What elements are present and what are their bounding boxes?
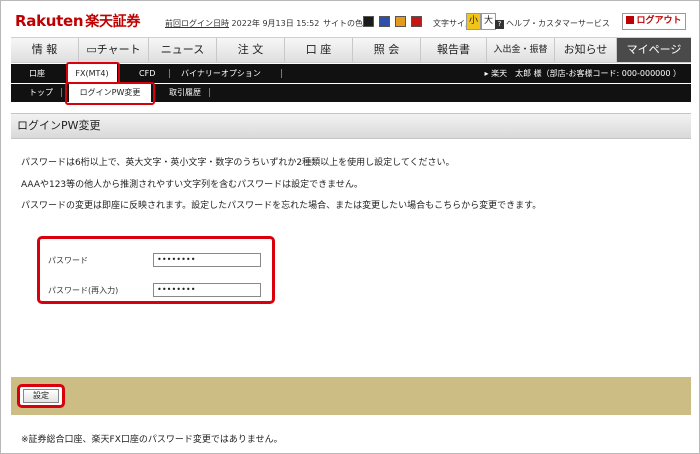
rakuten-logo[interactable]: Rakuten 楽天証券 — [15, 11, 140, 31]
user-info: ▸ 楽天 太郎 様（部店-お客様コード: 000-000000 ） — [484, 69, 681, 78]
page-title: ログインPW変更 — [17, 119, 101, 132]
nav-account[interactable]: 口 座 — [285, 38, 353, 62]
password-confirm-input[interactable]: •••••••• — [153, 283, 261, 297]
last-login: 前回ログイン日時 2022年 9月13日 15:52 — [165, 18, 319, 29]
footer-note: ※証券総合口座、楽天FX口座のパスワード変更ではありません。 — [21, 435, 283, 445]
help-label: ヘルプ・カスタマーサービス — [506, 19, 610, 28]
help-link[interactable]: ? ヘルプ・カスタマーサービス — [495, 18, 610, 29]
subnav-account[interactable]: 口座 — [29, 64, 45, 83]
logo-kanji: 楽天証券 — [85, 14, 141, 30]
highlight-submit: 設定 — [17, 384, 65, 408]
thirdnav-separator — [61, 88, 62, 97]
page-title-bar: ログインPW変更 — [11, 113, 691, 139]
main-nav: 情 報 ▭チャート ニュース 注 文 口 座 照 会 報告書 入出金・振替 お知… — [11, 37, 691, 63]
site-color-red[interactable] — [411, 16, 422, 27]
logout-icon — [626, 16, 635, 24]
nav-chart[interactable]: ▭チャート — [79, 38, 149, 62]
action-bar: 設定 — [11, 377, 691, 415]
nav-news[interactable]: ニュース — [149, 38, 217, 62]
nav-inquiry[interactable]: 照 会 — [353, 38, 421, 62]
password-input[interactable]: •••••••• — [153, 253, 261, 267]
nav-deposit-transfer[interactable]: 入出金・振替 — [487, 38, 555, 62]
site-color-blue[interactable] — [379, 16, 390, 27]
site-color-black[interactable] — [363, 16, 374, 27]
password-confirm-label: パスワード(再入力) — [48, 286, 119, 295]
logout-label: ログアウト — [636, 16, 682, 26]
thirdnav-separator — [209, 88, 210, 97]
nav-order[interactable]: 注 文 — [217, 38, 285, 62]
nav-mypage[interactable]: マイページ — [617, 38, 691, 62]
page-content: Rakuten 楽天証券 前回ログイン日時 2022年 9月13日 15:52 サ… — [11, 9, 691, 451]
font-size-small-button[interactable]: 小 — [466, 13, 481, 30]
last-login-link[interactable]: 前回ログイン日時 — [165, 19, 229, 28]
logout-button[interactable]: ログアウト — [622, 13, 686, 30]
font-size-large-button[interactable]: 大 — [481, 13, 496, 30]
question-icon: ? — [495, 20, 504, 29]
page-frame: Rakuten 楽天証券 前回ログイン日時 2022年 9月13日 15:52 サ… — [0, 0, 700, 454]
site-color-orange[interactable] — [395, 16, 406, 27]
subnav-separator — [169, 69, 170, 78]
site-color-label: サイトの色 — [323, 19, 363, 28]
nav-notices[interactable]: お知らせ — [555, 38, 617, 62]
subnav-separator — [281, 69, 282, 78]
thirdnav-top[interactable]: トップ — [29, 84, 53, 102]
top-bar: Rakuten 楽天証券 前回ログイン日時 2022年 9月13日 15:52 サ… — [11, 9, 691, 35]
password-label: パスワード — [48, 256, 88, 265]
nav-info[interactable]: 情 報 — [11, 38, 79, 62]
password-form: パスワード •••••••• パスワード(再入力) •••••••• — [37, 236, 275, 304]
nav-reports[interactable]: 報告書 — [421, 38, 487, 62]
description-line-3: パスワードの変更は即座に反映されます。設定したパスワードを忘れた場合、または変更… — [21, 201, 542, 211]
subnav-cfd[interactable]: CFD — [139, 64, 155, 83]
last-login-value: 2022年 9月13日 15:52 — [231, 19, 320, 28]
description-line-2: AAAや123等の他人から推測されやすい文字列を含むパスワードは設定できません。 — [21, 180, 363, 190]
chart-icon: ▭ — [86, 43, 97, 56]
description-line-1: パスワードは6桁以上で、英大文字・英小文字・数字のうちいずれか2種類以上を使用し… — [21, 158, 455, 168]
highlight-login-pw-change — [65, 82, 155, 105]
subnav-binary-option[interactable]: バイナリーオプション — [181, 64, 261, 83]
submit-button[interactable]: 設定 — [23, 389, 59, 403]
logo-latin: Rakuten — [15, 12, 84, 30]
thirdnav-trade-history[interactable]: 取引履歴 — [169, 84, 201, 102]
